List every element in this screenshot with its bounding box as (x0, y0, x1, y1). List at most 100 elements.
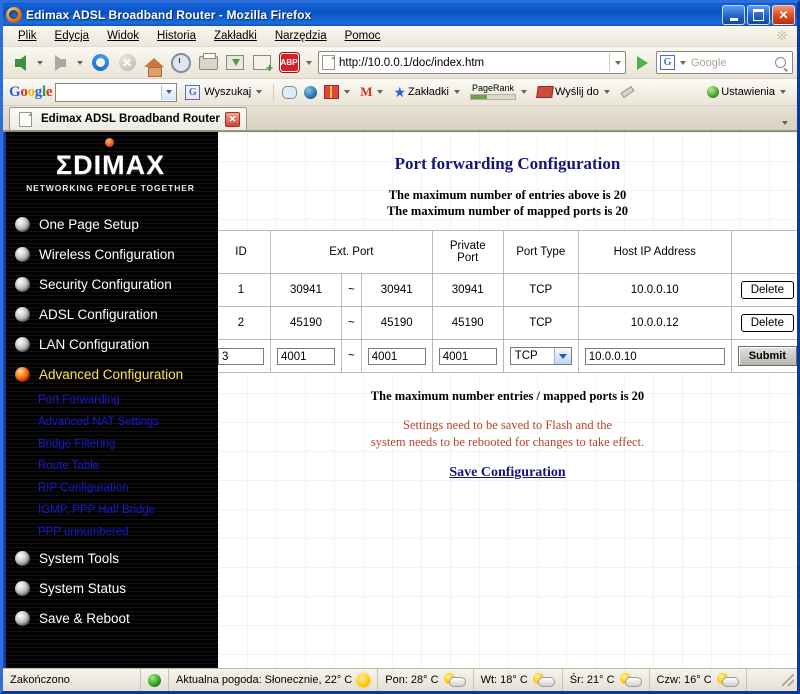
sidebar-subitem-port-forwarding[interactable]: Port Forwarding (3, 389, 218, 411)
history-button[interactable] (168, 50, 194, 76)
google-search-input[interactable] (55, 82, 178, 102)
weather-status-orb-cell[interactable] (141, 669, 169, 691)
menu-item-bookmarks[interactable]: Zakładki (205, 30, 266, 42)
sidebar-subitem-bridge-filtering[interactable]: Bridge Filtering (3, 433, 218, 455)
search-engine-caret-icon[interactable] (680, 60, 686, 65)
sidebar-subitem-route-table[interactable]: Route Table (3, 455, 218, 477)
sidebar-item-wireless-configuration[interactable]: Wireless Configuration (3, 239, 218, 269)
forward-history-caret-icon[interactable] (77, 60, 83, 65)
forward-button[interactable] (47, 50, 73, 76)
chevron-down-icon[interactable] (377, 90, 384, 94)
bookmarks-button[interactable]: ★ Zakładki (391, 85, 465, 99)
green-orb-icon (148, 673, 161, 687)
weather-forecast-thursday[interactable]: Czw: 16° C (650, 669, 747, 691)
chevron-down-icon[interactable] (521, 90, 527, 94)
chevron-down-icon[interactable] (344, 90, 351, 94)
stop-button[interactable]: ✕ (114, 50, 140, 76)
submit-button[interactable]: Submit (737, 346, 797, 366)
cell-tilde: ~ (341, 306, 362, 340)
highlight-button[interactable] (280, 85, 299, 99)
print-button[interactable] (195, 50, 221, 76)
sidebar-nav-list: One Page Setup Wireless Configuration Se… (3, 205, 218, 633)
save-configuration-link[interactable]: Save Configuration (218, 465, 797, 481)
url-input[interactable]: http://10.0.0.1/doc/index.htm (339, 57, 609, 69)
back-history-caret-icon[interactable] (37, 60, 43, 65)
back-button[interactable] (7, 50, 33, 76)
sidebar-item-one-page-setup[interactable]: One Page Setup (3, 209, 218, 239)
chevron-down-icon[interactable] (780, 90, 786, 94)
url-bar[interactable]: http://10.0.0.1/doc/index.htm (318, 51, 626, 74)
chevron-down-icon[interactable] (603, 90, 610, 94)
page-icon (322, 55, 335, 70)
ext-port-from-input[interactable]: 4001 (277, 347, 335, 365)
weather-forecast-tuesday[interactable]: Wt: 18° C (474, 669, 563, 691)
sidebar-item-label: ADSL Configuration (39, 306, 158, 322)
sidebar-subitem-label: IGMP, PPP Half Bridge (38, 504, 156, 516)
new-page-button[interactable] (249, 50, 275, 76)
weather-forecast-wednesday[interactable]: Śr: 21° C (563, 669, 650, 691)
delete-button[interactable]: Delete (740, 314, 794, 332)
sidebar-item-label: System Status (39, 580, 127, 596)
google-search-button[interactable]: G Wyszukaj (180, 84, 267, 100)
host-ip-input[interactable]: 10.0.0.10 (584, 347, 725, 365)
menu-item-file[interactable]: Plik (9, 30, 46, 42)
search-bar[interactable]: G Google (656, 51, 793, 74)
download-button[interactable] (222, 50, 248, 76)
tab-list-button[interactable] (779, 121, 791, 125)
adblock-button[interactable]: ABP (276, 50, 302, 76)
resize-grip-icon[interactable] (782, 674, 794, 686)
send-to-button[interactable]: Wyślij do (535, 86, 615, 98)
chevron-down-icon[interactable] (454, 90, 460, 94)
adblock-caret-icon[interactable] (306, 60, 312, 65)
weather-forecast-monday[interactable]: Pon: 28° C (378, 669, 474, 691)
translate-button[interactable] (302, 85, 319, 99)
reload-button[interactable] (87, 50, 113, 76)
google-g-icon[interactable]: G (660, 55, 675, 70)
sidebar-item-system-tools[interactable]: System Tools (3, 543, 218, 573)
highlighter-button[interactable] (618, 86, 635, 99)
sidebar-subitem-igmp-ppp-half-bridge[interactable]: IGMP, PPP Half Bridge (3, 499, 218, 521)
column-header-port-type: Port Type (502, 230, 579, 274)
url-history-caret-icon[interactable] (609, 53, 625, 72)
delete-button[interactable]: Delete (740, 281, 794, 299)
ext-port-to-input[interactable]: 4001 (367, 347, 426, 365)
gmail-button[interactable]: M (358, 84, 388, 100)
search-input[interactable]: Google (689, 57, 775, 69)
sidebar-subitem-ppp-unnumbered[interactable]: PPP unnumbered (3, 521, 218, 543)
menu-item-help[interactable]: Pomoc (336, 30, 390, 42)
gift-button[interactable] (322, 85, 355, 99)
close-button[interactable]: ✕ (772, 4, 795, 25)
navigation-toolbar: ✕ ABP http://10.0.0.1/doc/index.htm G Go… (3, 47, 797, 79)
sidebar-subitem-advanced-nat-settings[interactable]: Advanced NAT Settings (3, 411, 218, 433)
minimize-button[interactable] (722, 4, 745, 25)
sidebar-item-advanced-configuration[interactable]: Advanced Configuration (3, 359, 218, 389)
menu-item-view[interactable]: Widok (98, 30, 148, 42)
go-arrow-icon (636, 55, 648, 70)
sidebar-item-adsl-configuration[interactable]: ADSL Configuration (3, 299, 218, 329)
google-search-caret-icon[interactable] (161, 84, 177, 100)
port-type-select[interactable]: TCP (509, 347, 572, 365)
sidebar-item-system-status[interactable]: System Status (3, 573, 218, 603)
magnifier-icon[interactable] (775, 57, 786, 68)
sidebar-item-security-configuration[interactable]: Security Configuration (3, 269, 218, 299)
cell-ext-port-from: 45190 (270, 306, 342, 340)
settings-button[interactable]: Ustawienia (705, 86, 791, 98)
sidebar-subitem-rip-configuration[interactable]: RIP Configuration (3, 477, 218, 499)
tab-edimax-router[interactable]: Edimax ADSL Broadband Router ✕ (9, 107, 247, 130)
id-input[interactable]: 3 (218, 347, 264, 365)
menu-item-tools[interactable]: Narzędzia (266, 30, 336, 42)
sidebar-item-lan-configuration[interactable]: LAN Configuration (3, 329, 218, 359)
sidebar-item-save-and-reboot[interactable]: Save & Reboot (3, 603, 218, 633)
home-button[interactable] (141, 50, 167, 77)
weather-current-cell[interactable]: Aktualna pogoda: Słonecznie, 22° C (169, 669, 379, 691)
maximize-button[interactable] (747, 4, 770, 25)
cell-port-type: TCP (502, 273, 579, 307)
toolbar-divider (273, 84, 275, 100)
tab-close-icon[interactable]: ✕ (224, 111, 240, 127)
menu-item-edit[interactable]: Edycja (46, 30, 99, 42)
chevron-down-icon[interactable] (256, 90, 263, 94)
go-button[interactable] (629, 50, 655, 76)
private-port-input[interactable]: 4001 (438, 347, 497, 365)
menu-item-history[interactable]: Historia (148, 30, 205, 42)
pagerank-indicator[interactable]: PageRank (468, 84, 532, 100)
